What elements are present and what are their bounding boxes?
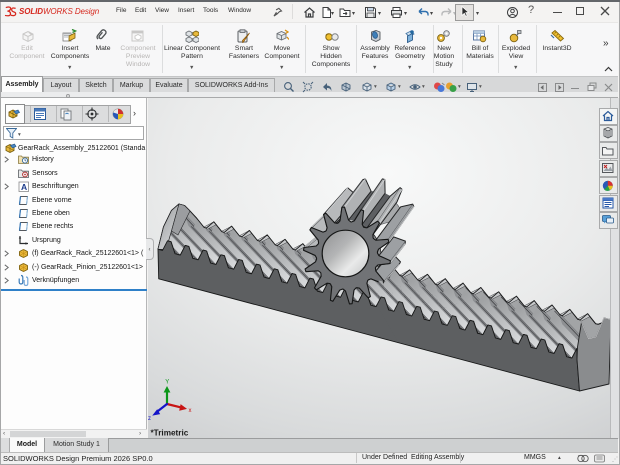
- svg-text:A: A: [21, 182, 27, 192]
- svg-text:z: z: [148, 416, 151, 422]
- svg-text:*Trimetric: *Trimetric: [151, 428, 189, 437]
- svg-text:x: x: [189, 408, 192, 414]
- svg-text:Y: Y: [165, 379, 169, 385]
